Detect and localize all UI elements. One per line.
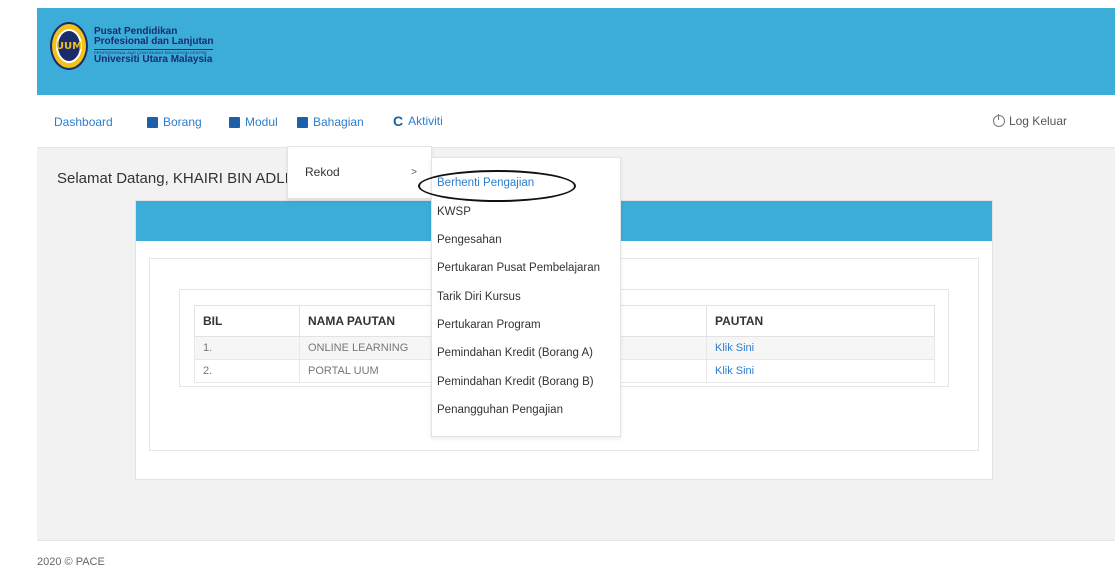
form-icon (147, 116, 158, 128)
submenu-pengesahan[interactable]: Pengesahan (437, 234, 502, 246)
navbar: Dashboard Borang Modul Bahagian C Aktivi… (37, 95, 1115, 148)
header-banner: UUM Pusat Pendidikan Profesional dan Lan… (37, 8, 1115, 95)
submenu-tarik-diri-kursus[interactable]: Tarik Diri Kursus (437, 291, 521, 303)
nav-modul-label: Modul (245, 115, 278, 129)
nav-borang-label: Borang (163, 115, 202, 129)
logo[interactable]: UUM Pusat Pendidikan Profesional dan Lan… (50, 22, 214, 70)
chevron-right-icon: > (411, 167, 417, 178)
header-pautan: PAUTAN (706, 305, 935, 337)
logout-label: Log Keluar (1008, 114, 1067, 128)
footer: 2020 © PACE (37, 540, 1115, 565)
nav-bahagian-label: Bahagian (313, 115, 364, 129)
seal-text: UUM (56, 29, 82, 63)
book-icon (297, 116, 308, 128)
nav-aktiviti[interactable]: C Aktiviti (393, 113, 443, 129)
refresh-icon: C (393, 113, 404, 129)
cell-bil: 1. (194, 336, 300, 360)
klik-sini-link[interactable]: Klik Sini (706, 359, 935, 383)
logo-line-4: Universiti Utara Malaysia (94, 53, 213, 65)
submenu-kwsp[interactable]: KWSP (437, 206, 471, 218)
logout-button[interactable]: Log Keluar (992, 114, 1067, 128)
header-bil: BIL (194, 305, 300, 337)
submenu-pertukaran-program[interactable]: Pertukaran Program (437, 319, 541, 331)
university-seal-icon: UUM (50, 22, 88, 70)
logo-line-2: Profesional dan Lanjutan (94, 36, 214, 48)
nav-modul[interactable]: Modul (229, 115, 278, 129)
power-icon (992, 114, 1005, 127)
submenu-penangguhan-pengajian[interactable]: Penangguhan Pengajian (437, 404, 563, 416)
submenu-berhenti-pengajian[interactable]: Berhenti Pengajian (437, 177, 534, 189)
nav-dashboard[interactable]: Dashboard (37, 115, 113, 129)
dashboard-icon (37, 117, 49, 128)
cell-bil: 2. (194, 359, 300, 383)
submenu-pemindahan-kredit-b[interactable]: Pemindahan Kredit (Borang B) (437, 376, 594, 388)
nav-bahagian[interactable]: Bahagian (297, 115, 364, 129)
menu-item-rekod[interactable]: Rekod (305, 165, 340, 179)
footer-text: 2020 © PACE (37, 556, 105, 565)
bahagian-dropdown: Rekod > (287, 146, 432, 199)
welcome-text: Selamat Datang, KHAIRI BIN ADLI (57, 170, 289, 187)
klik-sini-link[interactable]: Klik Sini (706, 336, 935, 360)
submenu-pemindahan-kredit-a[interactable]: Pemindahan Kredit (Borang A) (437, 347, 593, 359)
logo-text: Pusat Pendidikan Profesional dan Lanjuta… (94, 26, 214, 66)
nav-dashboard-label: Dashboard (54, 115, 113, 129)
book-icon (229, 116, 240, 128)
rekod-submenu: Berhenti Pengajian KWSP Pengesahan Pertu… (431, 157, 621, 437)
submenu-pertukaran-pusat-pembelajaran[interactable]: Pertukaran Pusat Pembelajaran (437, 262, 600, 274)
nav-aktiviti-label: Aktiviti (408, 114, 443, 128)
nav-borang[interactable]: Borang (147, 115, 202, 129)
